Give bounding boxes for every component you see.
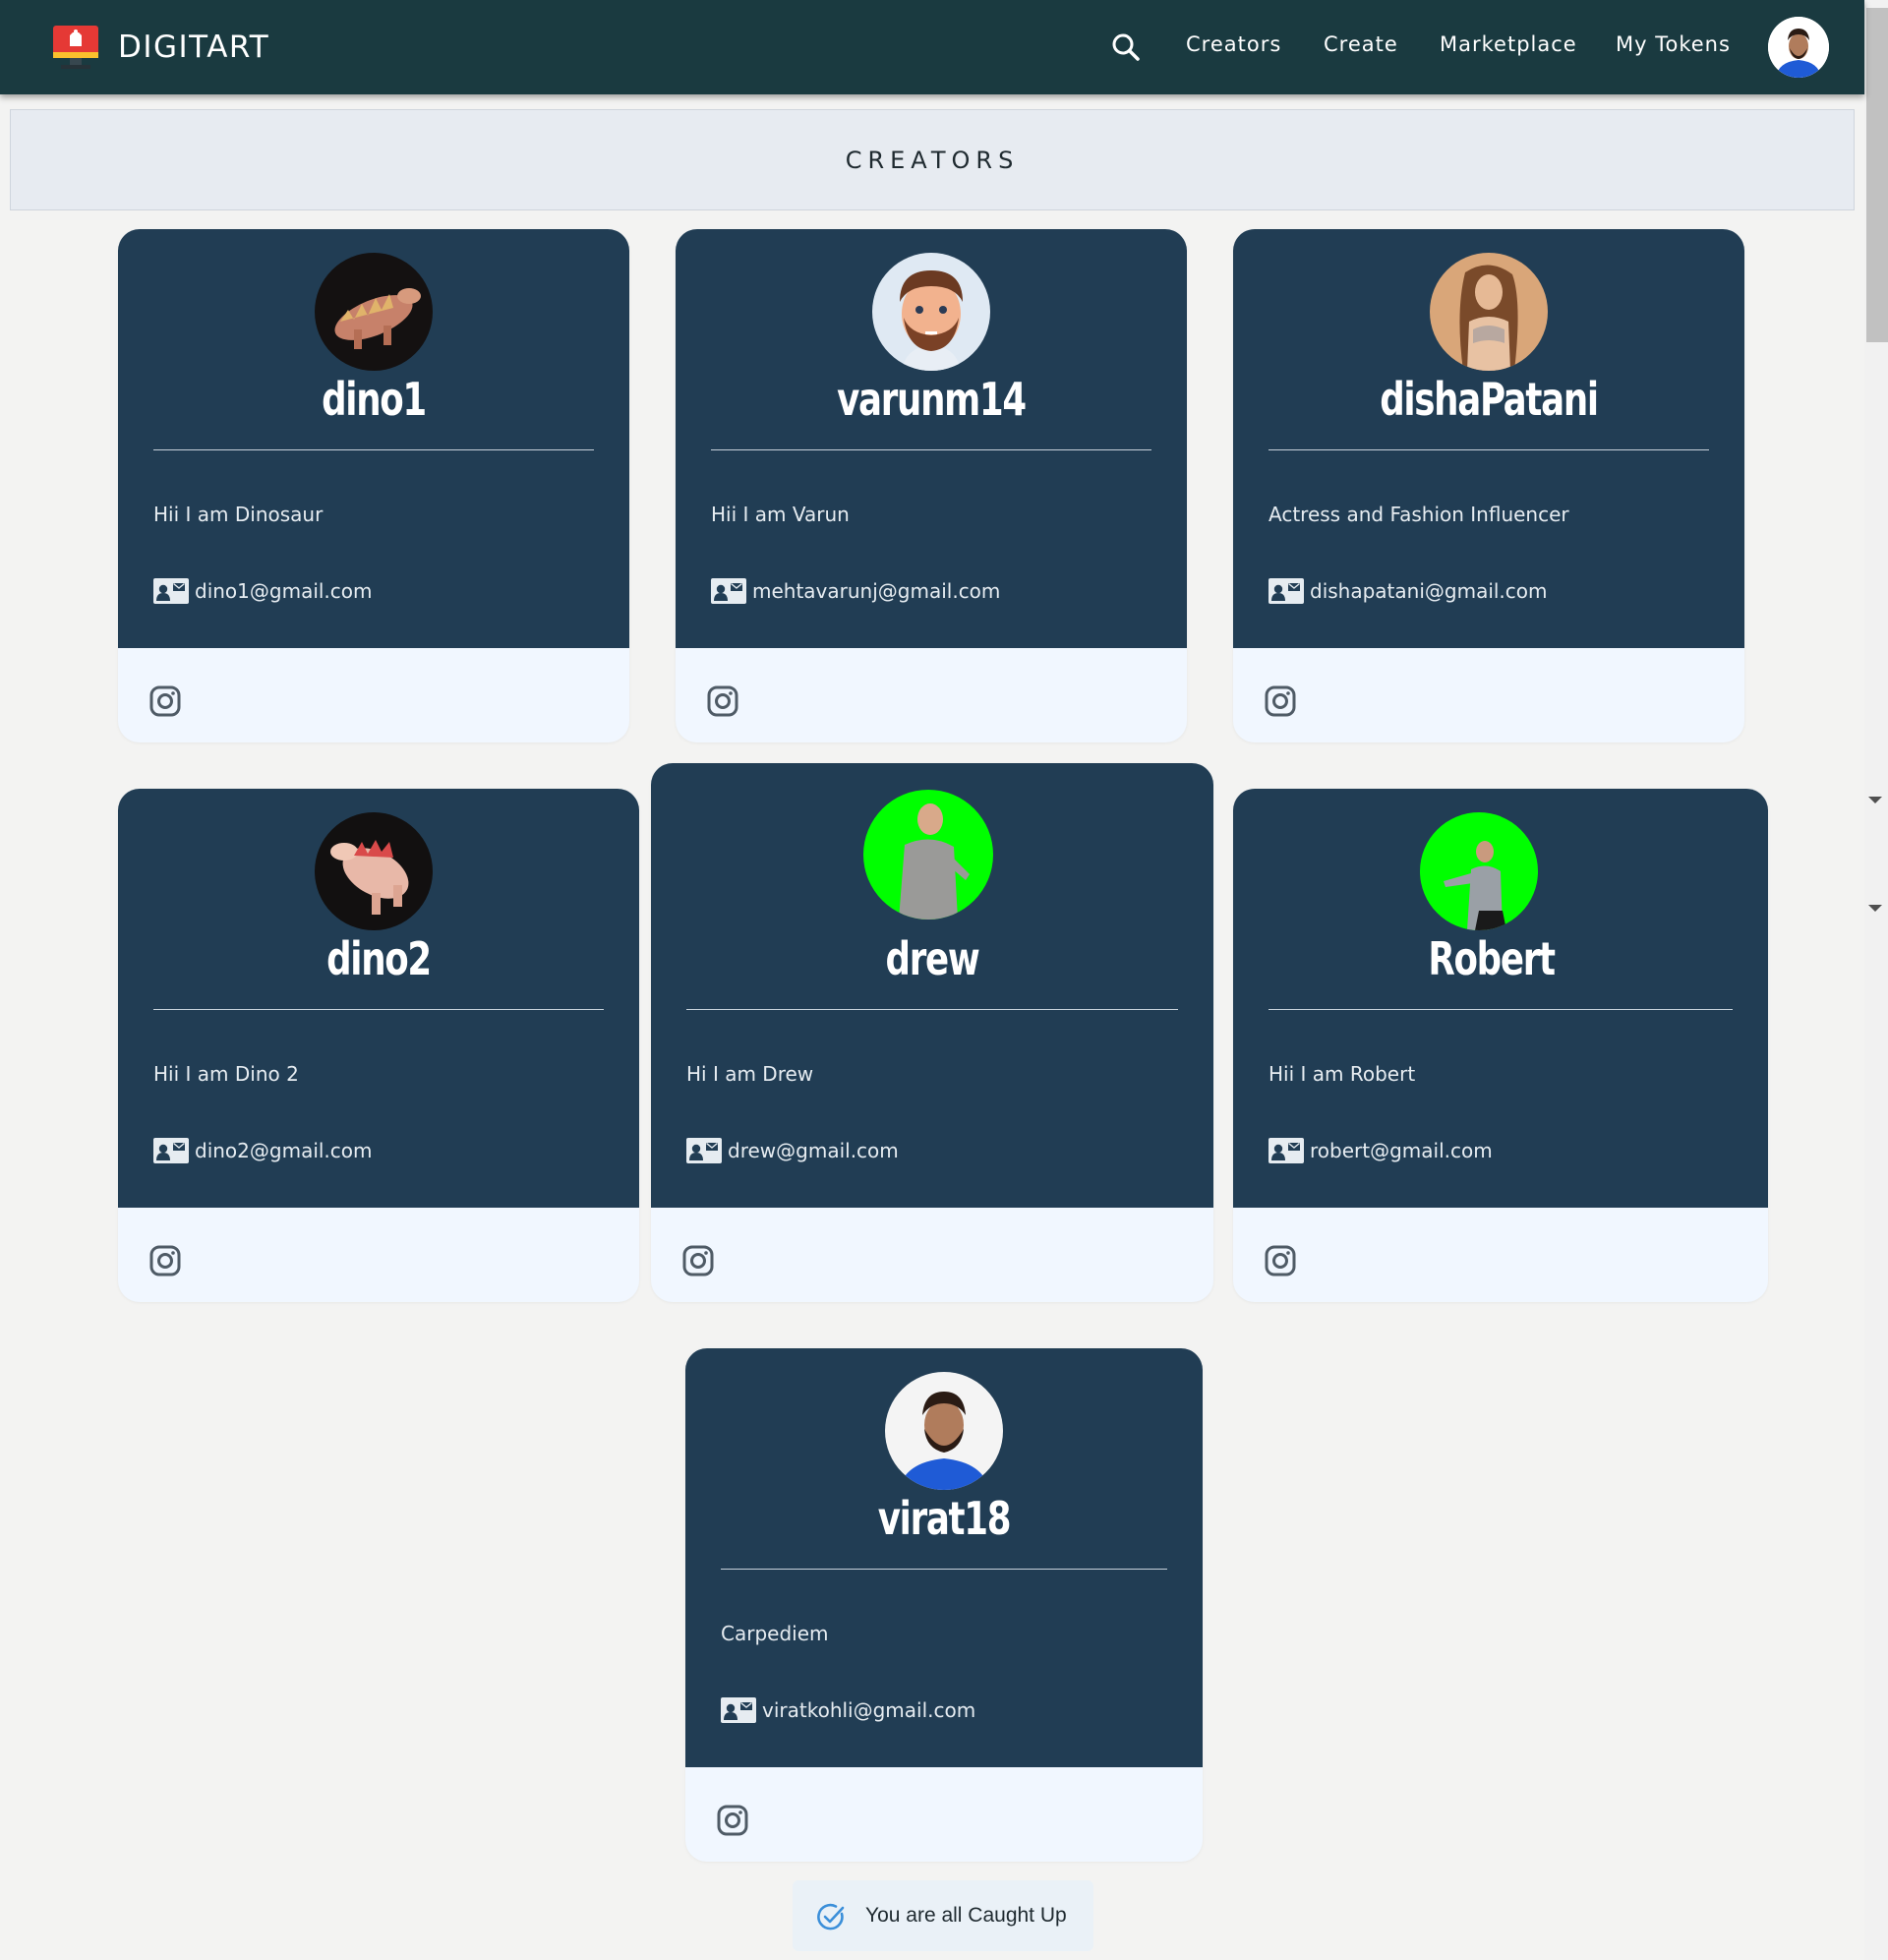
- card-divider: [686, 1009, 1178, 1010]
- instagram-icon[interactable]: [707, 685, 738, 717]
- card-divider: [153, 1009, 604, 1010]
- contact-card-icon: [1268, 578, 1304, 604]
- man-green-screen-avatar-image: [863, 790, 993, 920]
- user-avatar[interactable]: [1768, 17, 1829, 78]
- creator-email-text: mehtavarunj@gmail.com: [752, 579, 1001, 603]
- creator-avatar[interactable]: [885, 1372, 1003, 1490]
- creator-bio: Hii I am Robert: [1268, 1062, 1416, 1086]
- creator-bio: Actress and Fashion Influencer: [1268, 503, 1569, 526]
- creator-avatar[interactable]: [315, 812, 433, 930]
- brand-link[interactable]: DIGITART: [51, 23, 269, 72]
- scrollbar-thumb[interactable]: [1866, 8, 1888, 342]
- creators-banner: CREATORS: [10, 109, 1855, 210]
- page-title: CREATORS: [845, 146, 1020, 174]
- creator-bio: Hi I am Drew: [686, 1062, 814, 1086]
- creator-username[interactable]: virat18: [722, 1492, 1166, 1545]
- brand-name: DIGITART: [118, 30, 270, 65]
- creator-email-text: viratkohli@gmail.com: [762, 1698, 976, 1722]
- navbar: DIGITART Creators Create Marketplace My …: [0, 0, 1864, 94]
- creator-card[interactable]: dishaPatani Actress and Fashion Influenc…: [1233, 229, 1744, 742]
- caught-up-notice: You are all Caught Up: [793, 1880, 1093, 1951]
- card-divider: [721, 1569, 1167, 1570]
- card-divider: [711, 449, 1151, 450]
- creator-email: dino1@gmail.com: [153, 578, 373, 604]
- card-divider: [153, 449, 594, 450]
- creator-card[interactable]: Robert Hii I am Robert robert@gmail.com: [1233, 789, 1768, 1302]
- creator-username[interactable]: Robert: [1270, 932, 1731, 985]
- instagram-icon[interactable]: [149, 685, 181, 717]
- caught-up-text: You are all Caught Up: [865, 1904, 1067, 1927]
- nav-my-tokens-link[interactable]: My Tokens: [1616, 32, 1731, 56]
- creator-avatar[interactable]: [1430, 253, 1548, 371]
- search-icon[interactable]: [1111, 32, 1141, 62]
- user-avatar-image: [1768, 17, 1829, 78]
- creator-email: drew@gmail.com: [686, 1138, 899, 1163]
- creator-email-text: dino2@gmail.com: [195, 1139, 373, 1162]
- contact-card-icon: [686, 1138, 722, 1163]
- woman-avatar-image: [1430, 253, 1548, 371]
- creator-email-text: dino1@gmail.com: [195, 579, 373, 603]
- dinosaur-avatar-image: [315, 812, 433, 930]
- creator-card[interactable]: dino1 Hii I am Dinosaur dino1@gmail.com: [118, 229, 629, 742]
- digitart-logo-icon: [53, 26, 98, 69]
- scroll-down-arrow-icon[interactable]: [1868, 797, 1882, 803]
- contact-card-icon: [721, 1697, 756, 1723]
- creator-card[interactable]: drew Hi I am Drew drew@gmail.com: [651, 763, 1213, 1302]
- man-avatar-image: [885, 1372, 1003, 1490]
- creator-email: mehtavarunj@gmail.com: [711, 578, 1000, 604]
- creator-username[interactable]: dino1: [153, 373, 593, 426]
- creator-card[interactable]: dino2 Hii I am Dino 2 dino2@gmail.com: [118, 789, 639, 1302]
- creator-email: robert@gmail.com: [1268, 1138, 1493, 1163]
- instagram-icon[interactable]: [1265, 1245, 1296, 1277]
- instagram-icon[interactable]: [682, 1245, 714, 1277]
- card-divider: [1268, 1009, 1733, 1010]
- contact-card-icon: [1268, 1138, 1304, 1163]
- instagram-icon[interactable]: [717, 1805, 748, 1836]
- creator-avatar[interactable]: [863, 790, 993, 920]
- creator-username[interactable]: varunm14: [711, 373, 1150, 426]
- instagram-icon[interactable]: [1265, 685, 1296, 717]
- creator-email-text: drew@gmail.com: [728, 1139, 899, 1162]
- nav-create-link[interactable]: Create: [1324, 32, 1398, 56]
- creator-email-text: robert@gmail.com: [1310, 1139, 1493, 1162]
- creator-username[interactable]: drew: [690, 932, 1174, 985]
- creator-avatar[interactable]: [315, 253, 433, 371]
- scroll-down-arrow-icon[interactable]: [1868, 905, 1882, 912]
- creator-avatar[interactable]: [872, 253, 990, 371]
- creator-email-text: dishapatani@gmail.com: [1310, 579, 1548, 603]
- creator-card[interactable]: virat18 Carpediem viratkohli@gmail.com: [685, 1348, 1203, 1862]
- cartoon-man-avatar-image: [872, 253, 990, 371]
- creator-card[interactable]: varunm14 Hii I am Varun mehtavarunj@gmai…: [676, 229, 1187, 742]
- contact-card-icon: [153, 578, 189, 604]
- nav-marketplace-link[interactable]: Marketplace: [1440, 32, 1577, 56]
- creator-bio: Hii I am Dinosaur: [153, 503, 324, 526]
- check-circle-icon: [817, 1903, 845, 1930]
- creator-bio: Hii I am Varun: [711, 503, 850, 526]
- creator-bio: Carpediem: [721, 1622, 829, 1645]
- instagram-icon[interactable]: [149, 1245, 181, 1277]
- creator-bio: Hii I am Dino 2: [153, 1062, 299, 1086]
- creator-email: viratkohli@gmail.com: [721, 1697, 975, 1723]
- creator-email: dino2@gmail.com: [153, 1138, 373, 1163]
- creator-email: dishapatani@gmail.com: [1268, 578, 1548, 604]
- contact-card-icon: [153, 1138, 189, 1163]
- nav-creators-link[interactable]: Creators: [1186, 32, 1281, 56]
- creator-username[interactable]: dino2: [154, 932, 603, 985]
- dinosaur-avatar-image: [315, 253, 433, 371]
- contact-card-icon: [711, 578, 746, 604]
- card-divider: [1268, 449, 1709, 450]
- man-green-screen-avatar-image: [1420, 812, 1538, 930]
- creator-username[interactable]: dishaPatani: [1268, 373, 1708, 426]
- creator-avatar[interactable]: [1420, 812, 1538, 930]
